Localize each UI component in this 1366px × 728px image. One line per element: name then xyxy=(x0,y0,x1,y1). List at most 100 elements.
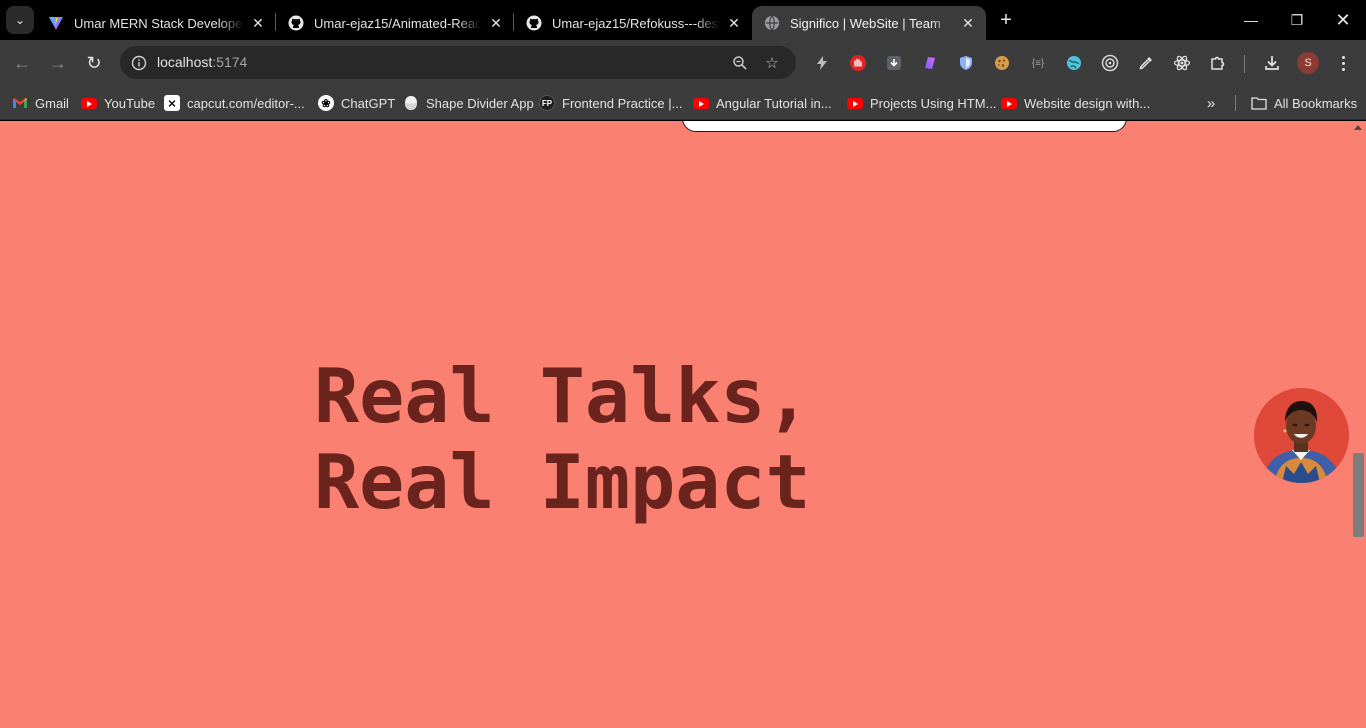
url-host: localhost xyxy=(157,54,213,70)
url-text: localhost:5174 xyxy=(157,54,247,70)
tab-search-button[interactable]: ⌄ xyxy=(6,6,34,34)
bookmark-label: capcut.com/editor-... xyxy=(187,95,305,111)
bookmark-label: Website design with... xyxy=(1024,95,1151,111)
forward-button[interactable]: → xyxy=(44,49,72,77)
folder-icon xyxy=(1251,95,1267,111)
browser-toolbar: ← → ↻ localhost:5174 ☆ {≡} S xyxy=(0,40,1366,86)
youtube-icon xyxy=(1001,97,1017,109)
hero-headline: Real Talks, Real Impact xyxy=(314,353,811,525)
download-arrow-extension-icon[interactable] xyxy=(884,53,904,73)
close-icon[interactable]: ✕ xyxy=(488,15,504,31)
bookmark-label: ChatGPT xyxy=(341,95,396,111)
bookmark-label: Projects Using HTM... xyxy=(870,95,997,111)
bookmark-label: All Bookmarks xyxy=(1274,95,1358,111)
bookmark-projects-html[interactable]: Projects Using HTM... xyxy=(847,92,996,114)
bookmark-label: Frontend Practice |... xyxy=(562,95,683,111)
restore-icon: ❐ xyxy=(1290,11,1304,28)
reload-button[interactable]: ↻ xyxy=(80,49,108,77)
tab-animated-react[interactable]: Umar-ejaz15/Animated-React-js ✕ xyxy=(276,6,514,40)
tab-title: Umar-ejaz15/Refokuss---design xyxy=(552,15,720,31)
chevron-double-right-icon: » xyxy=(1206,94,1216,112)
address-bar[interactable]: localhost:5174 ☆ xyxy=(120,46,796,79)
bookmark-frontend-practice[interactable]: FP Frontend Practice |... xyxy=(539,92,682,114)
reload-icon: ↻ xyxy=(86,52,102,73)
bookmarks-overflow-button[interactable]: » xyxy=(1202,94,1220,112)
bookmark-youtube[interactable]: YouTube xyxy=(81,92,155,114)
tab-title: Umar-ejaz15/Animated-React-js xyxy=(314,15,482,31)
bookmark-label: Shape Divider App xyxy=(426,95,534,111)
tab-strip: ⌄ Umar MERN Stack Developer | Portfolio … xyxy=(0,0,1366,40)
bookmark-chatgpt[interactable]: ❀ ChatGPT xyxy=(318,92,395,114)
arrow-left-icon: ← xyxy=(13,52,31,73)
github-icon xyxy=(526,15,542,31)
arrow-right-icon: → xyxy=(49,52,67,73)
lightning-extension-icon[interactable] xyxy=(812,53,832,73)
bookmark-capcut[interactable]: ⨯ capcut.com/editor-... xyxy=(164,92,305,114)
toolbar-divider xyxy=(1244,55,1245,73)
close-icon: ✕ xyxy=(1335,9,1351,30)
bookmark-label: Angular Tutorial in... xyxy=(716,95,832,111)
shield-extension-icon[interactable] xyxy=(956,53,976,73)
globe-icon xyxy=(764,15,780,31)
minimize-button[interactable]: — xyxy=(1228,0,1274,40)
tab-title: Significo | WebSite | Team xyxy=(790,15,941,31)
cookie-extension-icon[interactable] xyxy=(992,53,1012,73)
react-devtools-icon[interactable] xyxy=(1172,53,1192,73)
restore-button[interactable]: ❐ xyxy=(1274,0,1320,40)
site-info-icon[interactable] xyxy=(128,52,150,74)
gradient-extension-icon[interactable] xyxy=(920,53,940,73)
shape-divider-icon xyxy=(403,95,419,111)
tab-refokuss[interactable]: Umar-ejaz15/Refokuss---design ✕ xyxy=(514,6,752,40)
bookmark-angular-tutorial[interactable]: Angular Tutorial in... xyxy=(693,92,832,114)
bookmark-gmail[interactable]: Gmail xyxy=(12,92,69,114)
download-icon[interactable] xyxy=(1262,53,1282,73)
close-window-button[interactable]: ✕ xyxy=(1320,0,1366,40)
url-port: :5174 xyxy=(212,54,248,70)
github-icon xyxy=(288,15,304,31)
extensions-puzzle-icon[interactable] xyxy=(1208,53,1228,73)
profile-avatar[interactable]: S xyxy=(1297,52,1319,74)
globe-extension-icon[interactable] xyxy=(1064,53,1084,73)
team-member-avatar[interactable] xyxy=(1254,388,1349,483)
tab-title: Umar MERN Stack Developer | Portfolio xyxy=(74,15,244,31)
target-extension-icon[interactable] xyxy=(1100,53,1120,73)
close-icon[interactable]: ✕ xyxy=(726,15,742,31)
chevron-down-icon: ⌄ xyxy=(14,13,26,27)
all-bookmarks-button[interactable]: All Bookmarks xyxy=(1251,92,1357,114)
frontend-practice-icon: FP xyxy=(539,95,555,111)
capcut-icon: ⨯ xyxy=(164,95,180,111)
navbar-pill xyxy=(682,121,1127,132)
chatgpt-icon: ❀ xyxy=(318,95,334,111)
back-button[interactable]: ← xyxy=(8,49,36,77)
bookmark-shape-divider[interactable]: Shape Divider App xyxy=(403,92,534,114)
stop-hand-extension-icon[interactable] xyxy=(848,53,868,73)
youtube-icon xyxy=(847,97,863,109)
new-tab-button[interactable]: + xyxy=(994,8,1018,32)
minimize-icon: — xyxy=(1244,12,1258,28)
zoom-icon[interactable] xyxy=(730,53,750,73)
scrollbar-thumb[interactable] xyxy=(1353,453,1364,537)
bookmark-star-icon[interactable]: ☆ xyxy=(762,53,782,73)
bookmarks-bar: Gmail YouTube ⨯ capcut.com/editor-... ❀ … xyxy=(0,86,1366,120)
gmail-icon xyxy=(12,95,28,111)
youtube-icon xyxy=(81,97,97,109)
plus-icon: + xyxy=(1000,8,1012,31)
page-viewport: Real Talks, Real Impact xyxy=(0,121,1366,728)
browser-menu-button[interactable] xyxy=(1333,52,1353,74)
bookmark-label: YouTube xyxy=(104,95,156,111)
close-icon[interactable]: ✕ xyxy=(960,15,976,31)
bookmark-website-design[interactable]: Website design with... xyxy=(1001,92,1150,114)
tab-portfolio[interactable]: Umar MERN Stack Developer | Portfolio ✕ xyxy=(36,6,276,40)
json-braces-extension-icon[interactable]: {≡} xyxy=(1028,53,1048,73)
headline-line-1: Real Talks, xyxy=(314,352,811,440)
eyedropper-extension-icon[interactable] xyxy=(1136,53,1156,73)
vite-icon xyxy=(48,15,64,31)
scroll-up-arrow-icon[interactable] xyxy=(1354,125,1362,130)
bookmark-label: Gmail xyxy=(35,95,69,111)
page-scrollbar[interactable] xyxy=(1350,121,1366,728)
bookmarks-divider xyxy=(1235,95,1236,111)
close-icon[interactable]: ✕ xyxy=(250,15,266,31)
youtube-icon xyxy=(693,97,709,109)
tab-significo[interactable]: Significo | WebSite | Team ✕ xyxy=(752,6,986,40)
headline-line-2: Real Impact xyxy=(314,438,811,526)
